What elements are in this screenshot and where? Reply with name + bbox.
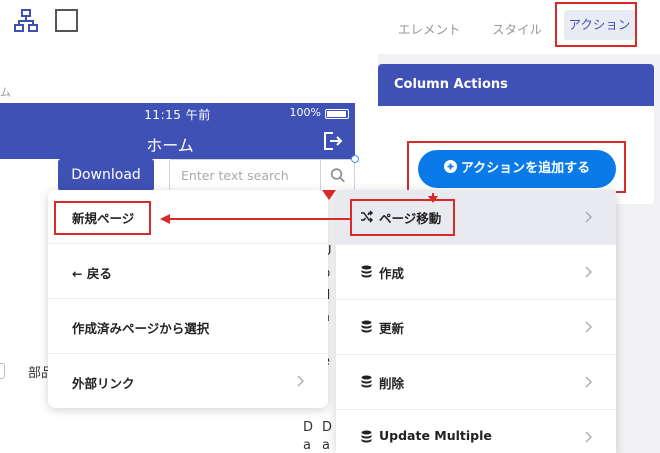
tab-element[interactable]: エレメント (398, 19, 461, 38)
nav-item-label: ← 戻る (72, 266, 112, 281)
menu-item-label: Update Multiple (379, 428, 492, 443)
database-icon (361, 320, 372, 333)
chevron-right-icon (297, 375, 304, 387)
phone-header: ホーム (0, 124, 355, 159)
square-icon[interactable] (54, 8, 80, 34)
nav-item-external-link[interactable]: 外部リンク (48, 355, 328, 409)
selection-handle[interactable] (351, 155, 359, 163)
database-icon (361, 265, 372, 278)
chevron-right-icon (585, 376, 592, 388)
battery-percent: 100% (289, 106, 321, 119)
chevron-right-icon (585, 266, 592, 278)
menu-item-label: 作成 (379, 266, 405, 281)
highlight-new-page (54, 201, 151, 235)
search-input[interactable] (170, 160, 320, 190)
highlight-tab-action (555, 2, 637, 47)
bg-text: D (322, 420, 333, 435)
search-box (169, 159, 355, 191)
bg-text: a (322, 438, 330, 453)
logout-icon[interactable] (321, 130, 343, 152)
tab-style[interactable]: スタイル (492, 19, 542, 38)
menu-item-create[interactable]: 作成 (336, 245, 616, 300)
database-icon (361, 375, 372, 388)
battery-icon (325, 109, 349, 119)
search-icon[interactable] (320, 160, 354, 190)
menu-item-label: 更新 (379, 321, 405, 336)
menu-item-update[interactable]: 更新 (336, 300, 616, 355)
nav-item-back[interactable]: ← 戻る (48, 245, 328, 299)
highlight-add-action (407, 141, 626, 193)
nav-item-label: 作成済みページから選択 (72, 321, 210, 336)
phone-status-bar: 11:15 午前 100% (0, 103, 355, 124)
chevron-right-icon (585, 321, 592, 333)
panel-tabs: エレメント スタイル アクション (378, 0, 660, 54)
database-icon (361, 430, 372, 443)
page-title: ホーム (146, 136, 194, 155)
column-actions-title: Column Actions (378, 64, 654, 106)
checkbox-partial[interactable] (0, 363, 5, 379)
chevron-right-icon (585, 211, 592, 223)
menu-item-delete[interactable]: 削除 (336, 355, 616, 410)
sitemap-icon[interactable] (13, 8, 39, 34)
bg-text: D (303, 420, 314, 435)
chevron-right-icon (585, 431, 592, 443)
menu-item-label: 削除 (379, 376, 405, 391)
canvas-label: ム (0, 86, 11, 99)
download-button[interactable]: Download (58, 159, 154, 191)
bg-text: a (303, 438, 311, 453)
highlight-page-navigate (350, 199, 455, 236)
nav-item-select-existing[interactable]: 作成済みページから選択 (48, 300, 328, 354)
menu-item-update-multiple[interactable]: Update Multiple (336, 410, 616, 453)
nav-item-label: 外部リンク (72, 376, 135, 391)
